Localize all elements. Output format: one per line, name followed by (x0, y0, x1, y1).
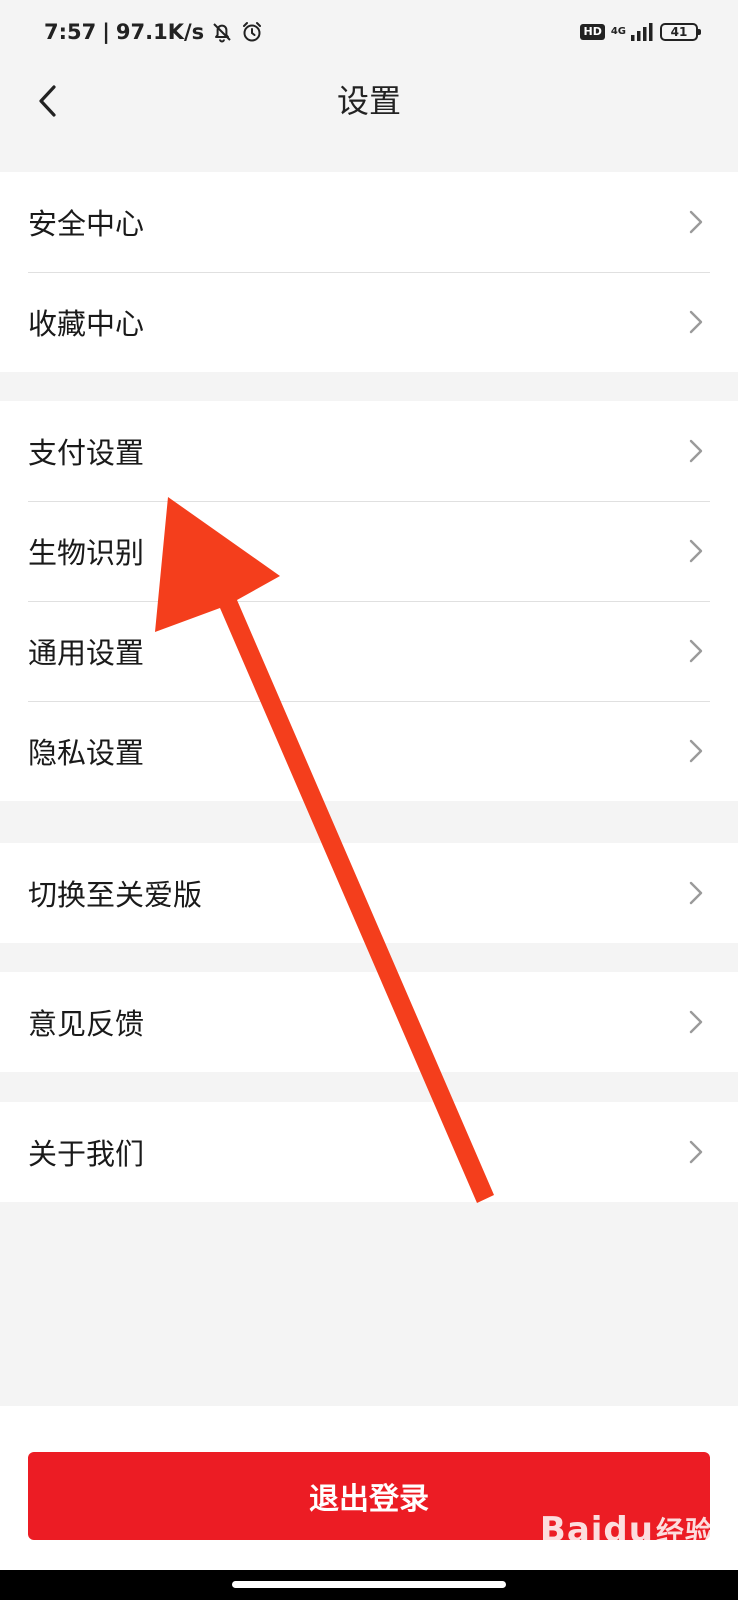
status-separator: | (102, 20, 110, 44)
network-type: 4G (610, 26, 626, 37)
chevron-right-icon (689, 739, 703, 763)
page-title: 设置 (336, 82, 401, 120)
settings-item-label: 关于我们 (28, 1137, 145, 1171)
settings-item-privacy-settings[interactable]: 隐私设置 (0, 701, 738, 801)
logout-button[interactable]: 退出登录 (28, 1452, 710, 1540)
chevron-right-icon (689, 639, 703, 663)
settings-item-label: 通用设置 (28, 636, 145, 670)
settings-group-care-mode: 切换至关爱版 (0, 843, 738, 943)
chevron-right-icon (689, 1140, 703, 1164)
settings-item-switch-care-mode[interactable]: 切换至关爱版 (0, 843, 738, 943)
chevron-right-icon (689, 439, 703, 463)
hd-badge: HD (580, 24, 605, 40)
gesture-bar (0, 1570, 738, 1600)
settings-group-account: 安全中心 收藏中心 (0, 172, 738, 372)
settings-item-label: 收藏中心 (28, 307, 145, 341)
settings-item-label: 隐私设置 (28, 736, 145, 770)
chevron-right-icon (689, 310, 703, 334)
bell-off-icon (213, 23, 231, 43)
settings-item-label: 切换至关爱版 (28, 878, 203, 912)
back-button[interactable] (22, 76, 72, 126)
battery-icon: 41 (660, 23, 701, 41)
status-time: 7:57 (44, 20, 97, 44)
settings-item-feedback[interactable]: 意见反馈 (0, 972, 738, 1072)
status-right: HD 4G 41 (580, 22, 701, 42)
settings-item-about-us[interactable]: 关于我们 (0, 1102, 738, 1202)
settings-item-label: 安全中心 (28, 207, 145, 241)
signal-icon (631, 23, 653, 41)
chevron-left-icon (39, 85, 56, 117)
settings-item-favorites-center[interactable]: 收藏中心 (0, 272, 738, 372)
chevron-right-icon (689, 539, 703, 563)
settings-item-biometrics[interactable]: 生物识别 (0, 501, 738, 601)
navbar: 设置 (0, 64, 738, 138)
settings-item-label: 支付设置 (28, 436, 145, 470)
chevron-right-icon (689, 1010, 703, 1034)
settings-item-payment-settings[interactable]: 支付设置 (0, 401, 738, 501)
home-indicator[interactable] (232, 1581, 506, 1588)
settings-item-general-settings[interactable]: 通用设置 (0, 601, 738, 701)
chevron-right-icon (689, 210, 703, 234)
logout-panel: 退出登录 (0, 1406, 738, 1570)
alarm-icon (243, 22, 262, 42)
settings-item-label: 生物识别 (28, 536, 145, 570)
settings-group-general: 支付设置 生物识别 通用设置 隐私设置 (0, 401, 738, 801)
settings-item-label: 意见反馈 (28, 1007, 145, 1041)
status-bar: 7:57 | 97.1K/s HD 4G 41 (0, 0, 738, 64)
settings-group-feedback: 意见反馈 (0, 972, 738, 1072)
status-left: 7:57 | 97.1K/s (44, 20, 264, 44)
battery-level: 41 (670, 25, 688, 39)
status-net-speed: 97.1K/s (115, 20, 205, 44)
chevron-right-icon (689, 881, 703, 905)
settings-group-about: 关于我们 (0, 1102, 738, 1202)
settings-item-security-center[interactable]: 安全中心 (0, 172, 738, 272)
